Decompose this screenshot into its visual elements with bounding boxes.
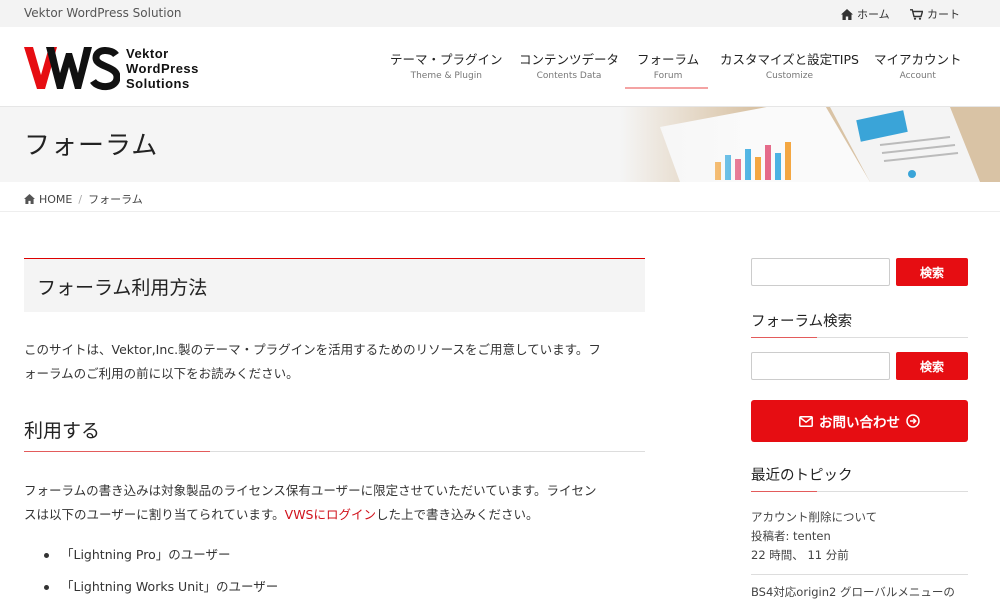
subsection-heading-box: 利用する	[24, 416, 645, 452]
site-header: Vektor WordPress Solutions テーマ・プラグイン The…	[0, 27, 1000, 107]
topic-title-link[interactable]: アカウント削除について	[751, 508, 968, 527]
banner-image	[620, 107, 1000, 182]
nav-sublabel: Forum	[653, 71, 683, 81]
contact-button-label: お問い合わせ	[819, 415, 900, 431]
nav-sublabel: Customize	[765, 71, 814, 81]
envelope-icon	[799, 415, 813, 427]
arrow-circle-right-icon	[906, 414, 920, 428]
home-icon	[841, 8, 853, 20]
breadcrumb: HOME / フォーラム	[0, 182, 1000, 212]
site-search: 検索	[751, 258, 968, 286]
utility-bar: Vektor WordPress Solution ホーム カート	[0, 0, 1000, 27]
usage-paragraph: フォーラムの書き込みは対象製品のライセンス保有ユーザーに限定させていただいていま…	[24, 479, 645, 527]
usage-line-1: フォーラムの書き込みは対象製品のライセンス保有ユーザーに限定させていただいていま…	[24, 483, 597, 498]
forum-search-button[interactable]: 検索	[896, 352, 968, 380]
forum-search-heading: フォーラム検索	[751, 314, 853, 330]
usage-line-2-post: した上で書き込みください。	[376, 507, 539, 522]
list-item: 「Lightning Works Unit」のユーザー	[44, 575, 278, 603]
nav-item-contents-data[interactable]: コンテンツデータ Contents Data	[519, 49, 619, 81]
forum-search: 検索	[751, 352, 968, 380]
license-user-list: 「Lightning Pro」のユーザー 「Lightning Works Un…	[44, 543, 278, 603]
subsection-heading: 利用する	[24, 420, 101, 442]
home-link[interactable]: ホーム	[841, 6, 890, 22]
topic-author: 投稿者: tenten	[751, 527, 968, 546]
nav-item-forum[interactable]: フォーラム Forum	[637, 49, 699, 81]
cart-link-label: カート	[927, 8, 960, 21]
heading-accent-line	[24, 451, 210, 452]
vws-login-link[interactable]: VWSにログイン	[285, 507, 376, 522]
intro-paragraph: このサイトは、Vektor,Inc.製のテーマ・プラグインを活用するためのリソー…	[24, 338, 645, 386]
recent-topics-heading-box: 最近のトピック	[751, 464, 968, 492]
nav-label: フォーラム	[637, 52, 700, 67]
forum-search-heading-box: フォーラム検索	[751, 310, 968, 338]
usage-line-2-pre: スは以下のユーザーに割り当てられています。	[24, 507, 285, 522]
breadcrumb-home-label: HOME	[39, 192, 73, 206]
cart-icon	[910, 8, 923, 20]
topic-divider	[751, 574, 968, 575]
breadcrumb-current: フォーラム	[88, 193, 143, 206]
intro-line-1: このサイトは、Vektor,Inc.製のテーマ・プラグインを活用するためのリソー…	[24, 342, 601, 357]
nav-label: マイアカウント	[874, 52, 962, 67]
site-name: Vektor WordPress Solution	[24, 6, 182, 20]
vws-logo-mark	[24, 47, 120, 90]
site-logo[interactable]: Vektor WordPress Solutions	[24, 45, 199, 91]
nav-sublabel: Contents Data	[536, 71, 602, 81]
recent-topics-heading: 最近のトピック	[751, 468, 853, 484]
logo-line-1: Vektor	[126, 45, 169, 61]
home-link-label: ホーム	[857, 8, 890, 21]
nav-item-customize[interactable]: カスタマイズと設定TIPS Customize	[720, 49, 859, 81]
nav-active-indicator	[625, 87, 708, 89]
nav-sublabel: Account	[899, 71, 936, 81]
contact-button[interactable]: お問い合わせ	[751, 400, 968, 442]
heading-accent-line	[751, 491, 817, 492]
topic-author-name[interactable]: tenten	[793, 529, 831, 543]
page-header: フォーラム	[0, 107, 1000, 182]
logo-line-2: WordPress	[126, 60, 199, 76]
main-content: フォーラム利用方法 このサイトは、Vektor,Inc.製のテーマ・プラグインを…	[24, 258, 645, 594]
topic-item: アカウント削除について 投稿者: tenten 22 時間、 11 分前	[751, 508, 968, 565]
section-heading: フォーラム利用方法	[37, 277, 208, 299]
logo-wordmark: Vektor WordPress Solutions	[126, 46, 199, 91]
forum-search-input[interactable]	[751, 352, 890, 380]
cart-link[interactable]: カート	[910, 6, 960, 22]
topic-author-label: 投稿者:	[751, 529, 790, 543]
nav-item-theme-plugin[interactable]: テーマ・プラグイン Theme & Plugin	[390, 49, 503, 81]
search-button[interactable]: 検索	[896, 258, 968, 286]
topic-item: BS4対応origin2 グローバルメニューの	[751, 583, 968, 602]
nav-label: テーマ・プラグイン	[390, 52, 503, 67]
home-icon	[24, 194, 35, 204]
nav-item-account[interactable]: マイアカウント Account	[874, 49, 962, 81]
heading-accent-line	[751, 337, 817, 338]
section-heading-box: フォーラム利用方法	[24, 258, 645, 312]
usage-line-2: スは以下のユーザーに割り当てられています。VWSにログインした上で書き込みくださ…	[24, 503, 645, 527]
page-title: フォーラム	[24, 131, 159, 161]
nav-label: コンテンツデータ	[519, 52, 620, 67]
nav-label: カスタマイズと設定TIPS	[720, 52, 859, 67]
intro-line-2: ォーラムのご利用の前に以下をお読みください。	[24, 366, 299, 381]
breadcrumb-separator: /	[78, 192, 83, 206]
topic-title-link[interactable]: BS4対応origin2 グローバルメニューの	[751, 583, 968, 602]
logo-line-3: Solutions	[126, 75, 190, 91]
search-input[interactable]	[751, 258, 890, 286]
breadcrumb-home[interactable]: HOME	[24, 193, 72, 206]
nav-sublabel: Theme & Plugin	[410, 71, 482, 81]
list-item: 「Lightning Pro」のユーザー	[44, 543, 278, 575]
topic-time: 22 時間、 11 分前	[751, 548, 849, 562]
